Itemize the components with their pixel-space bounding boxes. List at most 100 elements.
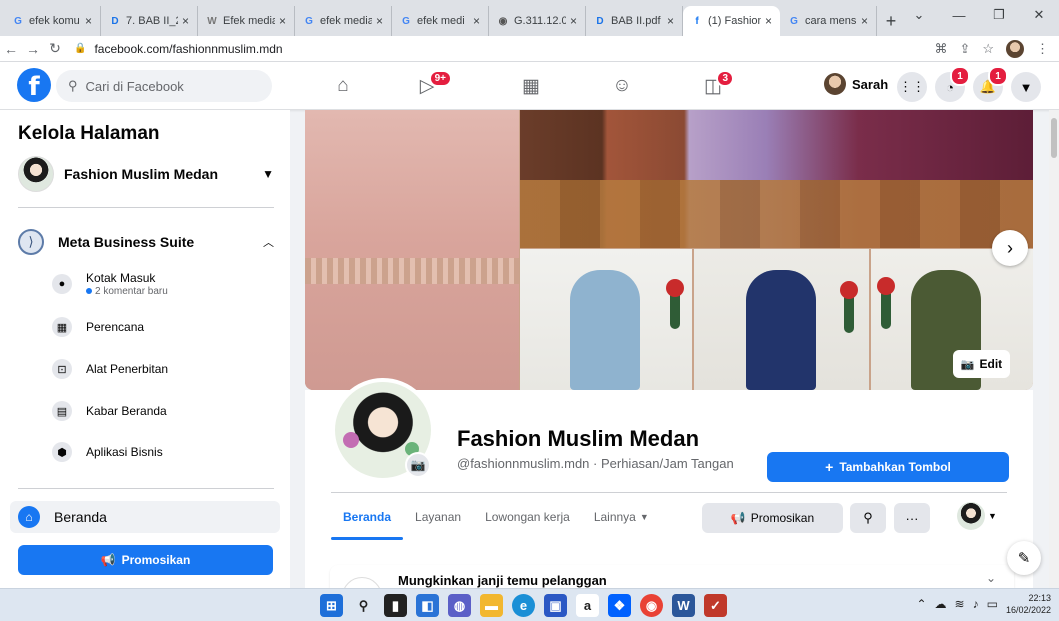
tab-layanan[interactable]: Layanan	[403, 494, 473, 540]
tab-search-icon[interactable]: ⌄	[899, 0, 939, 30]
promote-button[interactable]: 📢 Promosikan	[18, 545, 273, 575]
sidebar-item-home[interactable]: ⌂ Beranda	[10, 501, 280, 533]
left-sidebar: Kelola Halaman Fashion Muslim Medan ▼ ⟩ …	[0, 110, 290, 588]
tab-beranda[interactable]: Beranda	[331, 494, 404, 540]
edit-cover-button[interactable]: 📷 Edit	[953, 350, 1010, 378]
cover-photo[interactable]	[305, 110, 1033, 390]
forward-icon[interactable]: →	[22, 41, 44, 57]
teams-chat-icon[interactable]: ◍	[448, 594, 471, 617]
scrollbar-thumb[interactable]	[1051, 118, 1057, 158]
widgets-icon[interactable]: ◧	[416, 594, 439, 617]
add-button-button[interactable]: + Tambahkan Tombol	[767, 452, 1009, 482]
reload-icon[interactable]: ↻	[44, 40, 66, 57]
megaphone-icon: 📢	[100, 553, 116, 567]
sidebar-item[interactable]: ⬢ Aplikasi Bisnis	[52, 436, 282, 468]
page-switcher[interactable]: Fashion Muslim Medan ▼	[18, 154, 274, 194]
chrome-icon[interactable]: ◉	[640, 594, 663, 617]
sidebar-item[interactable]: ● Kotak Masuk 2 komentar baru	[52, 268, 282, 300]
page-title: Fashion Muslim Medan	[457, 426, 700, 451]
tab-favicon-icon: D	[111, 15, 119, 27]
groups-nav-icon[interactable]: ☺	[609, 74, 635, 98]
sidebar-item[interactable]: ⊡ Alat Penerbitan	[52, 353, 282, 385]
home-nav-icon[interactable]: ⌂	[330, 74, 356, 98]
close-tab-icon[interactable]: ×	[473, 14, 480, 28]
browser-profile-avatar[interactable]	[1006, 39, 1024, 58]
window-controls: ⌄ — ❐ ✕	[899, 0, 1059, 30]
tab-lowongan-kerja[interactable]: Lowongan kerja	[473, 494, 582, 540]
restore-icon[interactable]: ❐	[979, 0, 1019, 30]
close-tab-icon[interactable]: ×	[570, 14, 577, 28]
publish-icon: ⊡	[52, 359, 72, 379]
sidebar-item-subtext: 2 komentar baru	[95, 285, 168, 297]
tab-lainnya[interactable]: Lainnya ▼	[582, 494, 661, 540]
share-icon[interactable]: ⇪	[959, 41, 970, 57]
notifications-bell-icon[interactable]: 🔔 1	[973, 66, 1008, 102]
browser-tab[interactable]: W Efek media ×	[198, 6, 295, 36]
sidebar-home-label: Beranda	[54, 509, 107, 525]
microsoft-store-icon[interactable]: ▣	[544, 594, 567, 617]
browser-tab[interactable]: Gefek media ×	[295, 6, 392, 36]
browser-tab[interactable]: Gcara mens ×	[780, 6, 877, 36]
word-icon[interactable]: W	[672, 594, 695, 617]
amazon-icon[interactable]: a	[576, 594, 599, 617]
cover-next-button[interactable]: ›	[992, 230, 1028, 266]
back-icon[interactable]: ←	[0, 41, 22, 57]
new-message-compose-button[interactable]: ✎	[1007, 541, 1041, 575]
close-tab-icon[interactable]: ×	[279, 14, 286, 28]
messenger-icon[interactable]: ◔ 1	[935, 66, 970, 102]
gaming-nav-icon[interactable]: ◫ 3	[700, 70, 734, 98]
translate-icon[interactable]: ⌘	[934, 41, 947, 57]
clock[interactable]: 22:13 16/02/2022	[1006, 592, 1051, 616]
facebook-logo-icon[interactable]: f	[17, 68, 51, 102]
close-tab-icon[interactable]: ×	[376, 14, 383, 28]
edge-browser-icon[interactable]: e	[512, 594, 535, 617]
windows-start-icon[interactable]: ⊞	[320, 594, 343, 617]
unread-dot-icon	[86, 288, 92, 295]
page-voice-switcher[interactable]: ▼	[957, 502, 997, 530]
watch-nav-icon[interactable]: ▷ 9+	[414, 70, 452, 98]
chevron-down-icon[interactable]: ⌄	[986, 571, 996, 585]
account-dropdown-icon[interactable]: ▼	[1011, 72, 1041, 102]
divider	[331, 492, 1007, 493]
browser-tab[interactable]: D 7. BAB II_2 ×	[101, 6, 198, 36]
close-tab-icon[interactable]: ×	[182, 14, 189, 28]
promote-page-button[interactable]: 📢 Promosikan	[702, 503, 843, 533]
search-input[interactable]: ⚲ Cari di Facebook	[56, 70, 272, 102]
snipping-tool-icon[interactable]: ✓	[704, 594, 727, 617]
update-photo-camera-icon[interactable]: 📷	[405, 452, 431, 478]
search-icon[interactable]: ⚲	[352, 594, 375, 617]
browser-tab[interactable]: ◉ G.311.12.0 ×	[489, 6, 586, 36]
close-tab-icon[interactable]: ×	[861, 14, 868, 28]
volume-icon[interactable]: ♪	[973, 597, 979, 611]
chevron-up-icon[interactable]: ⌃	[916, 597, 926, 611]
wifi-icon[interactable]: ≋	[955, 597, 965, 611]
url-field[interactable]: 🔒 facebook.com/fashionnmuslim.mdn	[74, 38, 934, 60]
browser-tab[interactable]: D BAB II.pdf ×	[586, 6, 683, 36]
menu-grid-icon[interactable]: ⋮⋮	[897, 72, 927, 102]
browser-menu-icon[interactable]: ⋮	[1036, 41, 1049, 57]
onedrive-icon[interactable]: ☁	[935, 597, 947, 611]
appointments-card[interactable]: Mungkinkan janji temu pelanggan ⌄	[330, 565, 1014, 588]
marketplace-nav-icon[interactable]: ▦	[518, 74, 544, 98]
meta-business-suite-toggle[interactable]: ⟩ Meta Business Suite ︿	[18, 227, 274, 257]
close-tab-icon[interactable]: ×	[765, 14, 772, 28]
browser-tab[interactable]: Gefek komu ×	[4, 6, 101, 36]
minimize-icon[interactable]: —	[939, 0, 979, 30]
more-options-button[interactable]: ···	[894, 503, 930, 533]
sidebar-item[interactable]: ▦ Perencana	[52, 311, 282, 343]
search-page-button[interactable]: ⚲	[850, 503, 886, 533]
file-explorer-icon[interactable]: ▬	[480, 594, 503, 617]
close-window-icon[interactable]: ✕	[1019, 0, 1059, 30]
close-tab-icon[interactable]: ×	[85, 14, 92, 28]
task-view-icon[interactable]: ▮	[384, 594, 407, 617]
battery-icon[interactable]: ▭	[987, 597, 998, 611]
dropbox-icon[interactable]: ❖	[608, 594, 631, 617]
close-tab-icon[interactable]: ×	[667, 14, 674, 28]
bookmark-star-icon[interactable]: ☆	[982, 41, 994, 57]
sidebar-item[interactable]: ▤ Kabar Beranda	[52, 395, 282, 427]
page-scrollbar[interactable]	[1049, 110, 1059, 588]
browser-tab[interactable]: Gefek medi ×	[392, 6, 489, 36]
url-text: facebook.com/fashionnmuslim.mdn	[94, 41, 283, 56]
browser-tab[interactable]: f (1) Fashion ×	[683, 6, 780, 36]
user-profile-link[interactable]: Sarah	[824, 73, 888, 95]
